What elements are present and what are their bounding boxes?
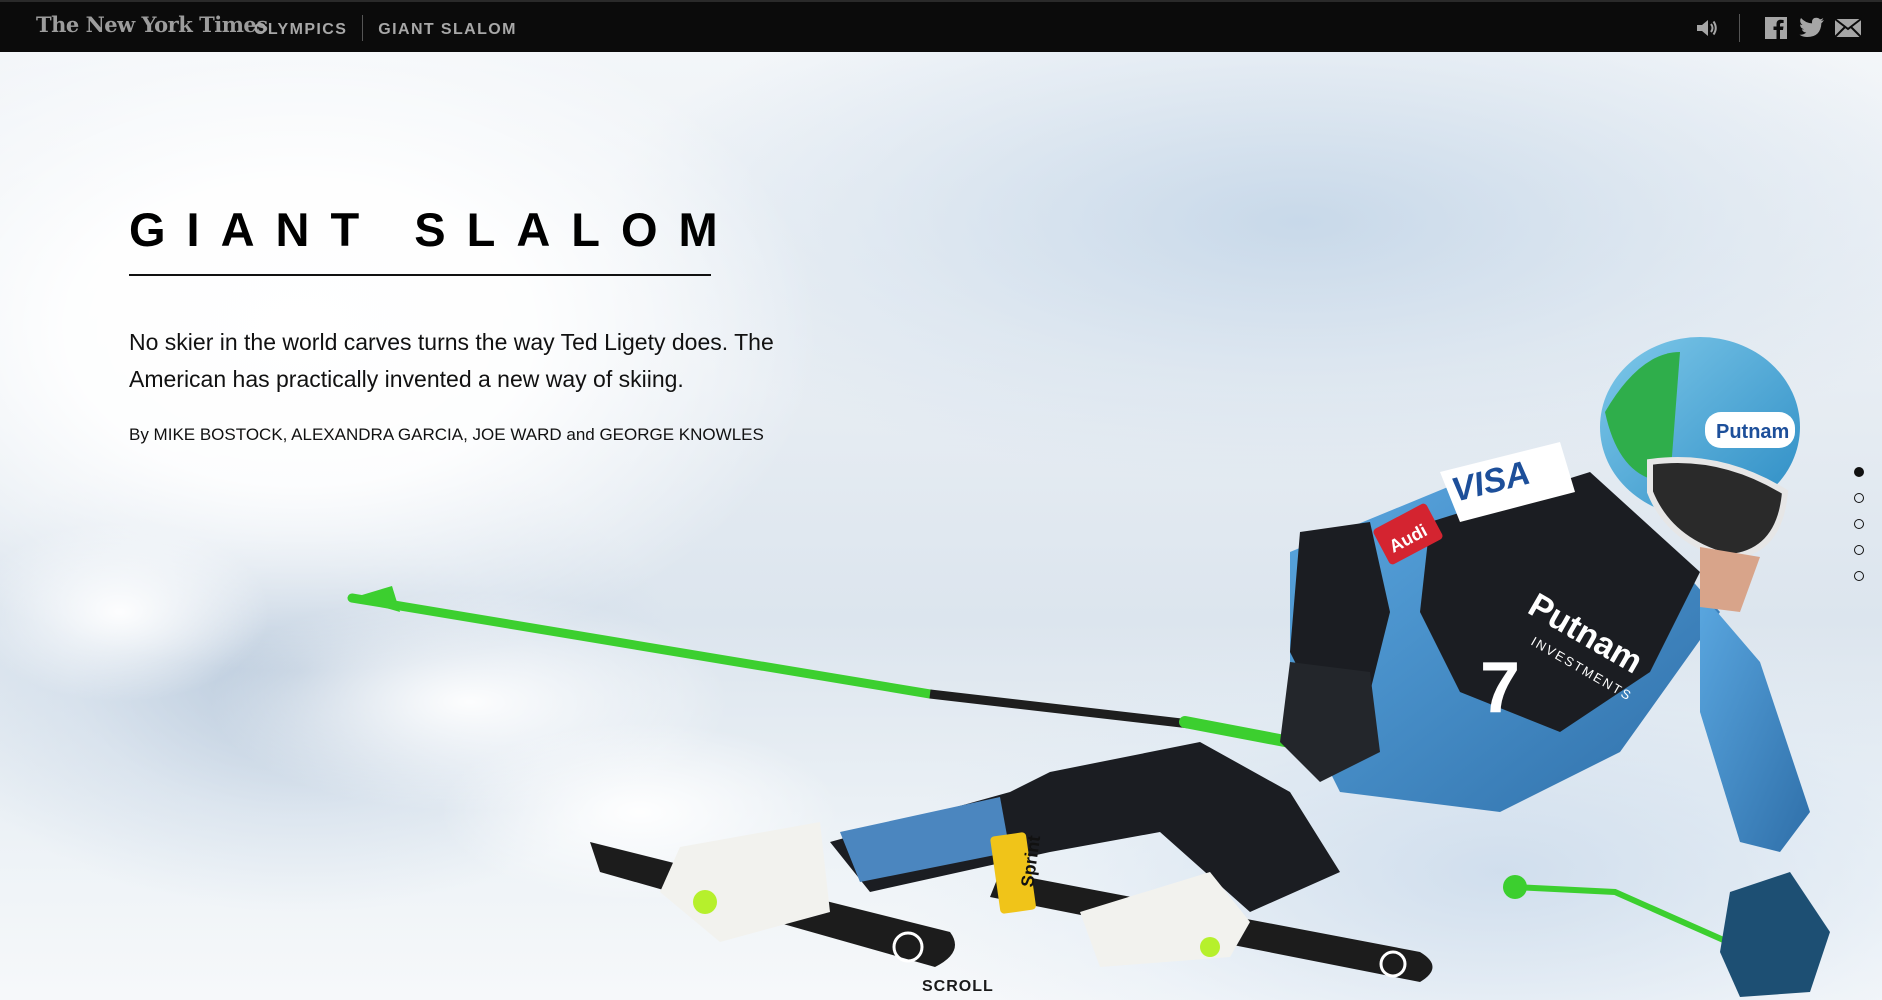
twitter-icon[interactable]: [1798, 14, 1826, 42]
facebook-icon[interactable]: [1762, 14, 1790, 42]
svg-text:Putnam: Putnam: [1716, 421, 1789, 443]
page: Sprint Putnam INVESTMENTS 7 VISA Audi Pu…: [0, 0, 1882, 1000]
section-dot-5[interactable]: [1854, 571, 1864, 581]
topbar-actions: [1685, 14, 1862, 42]
scroll-prompt[interactable]: SCROLL: [922, 978, 994, 996]
top-navigation-bar: The New York Times OLYMPICS GIANT SLALOM: [0, 0, 1882, 52]
nyt-logo[interactable]: The New York Times: [36, 12, 268, 37]
ski-pole-right: [1514, 884, 1730, 945]
breadcrumb-olympics[interactable]: OLYMPICS: [254, 21, 347, 39]
topbar-divider: [1739, 14, 1740, 42]
section-nav-dots: [1854, 467, 1864, 597]
page-title: GIANT SLALOM: [129, 203, 739, 256]
section-dot-1[interactable]: [1854, 467, 1864, 477]
speaker-icon[interactable]: [1693, 14, 1721, 42]
email-icon[interactable]: [1834, 14, 1862, 42]
svg-text:7: 7: [1480, 648, 1520, 728]
article-header: GIANT SLALOM No skier in the world carve…: [129, 202, 829, 445]
article-summary: No skier in the world carves turns the w…: [129, 329, 774, 392]
title-underline: [129, 274, 711, 276]
breadcrumb-divider: [362, 15, 364, 41]
section-dot-3[interactable]: [1854, 519, 1864, 529]
breadcrumb-giant-slalom[interactable]: GIANT SLALOM: [378, 21, 517, 39]
breadcrumb: OLYMPICS GIANT SLALOM: [254, 15, 517, 41]
article-byline: By MIKE BOSTOCK, ALEXANDRA GARCIA, JOE W…: [129, 425, 764, 444]
skier-photo: Sprint Putnam INVESTMENTS 7 VISA Audi Pu…: [0, 337, 1830, 997]
section-dot-2[interactable]: [1854, 493, 1864, 503]
section-dot-4[interactable]: [1854, 545, 1864, 555]
